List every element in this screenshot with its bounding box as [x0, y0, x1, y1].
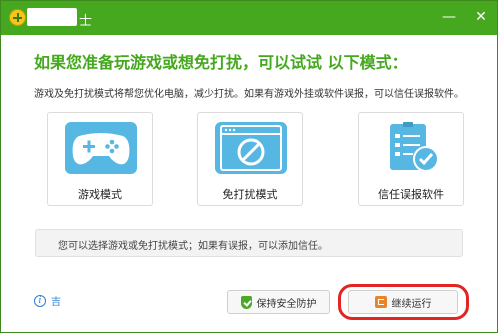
game-mode-card[interactable]: 游戏模式: [47, 112, 153, 206]
info-icon: i: [34, 294, 46, 307]
trust-software-label: 信任误报软件: [378, 188, 444, 201]
notice-bar: 您可以选择游戏或免打扰模式；如果有误报，可以添加信任。: [35, 229, 463, 257]
edit-icon: [374, 296, 387, 308]
keep-protection-button[interactable]: 保持安全防护: [227, 290, 330, 314]
shield-icon: [240, 295, 252, 309]
trust-list-icon: [376, 122, 448, 174]
close-icon[interactable]: ✕: [473, 9, 489, 25]
description-text: 游戏及免打扰模式将帮您优化电脑，减少打扰。如果有游戏外挂或软件误报，可以信任误报…: [34, 89, 464, 100]
notice-text: 您可以选择游戏或免打扰模式；如果有误报，可以添加信任。: [58, 241, 328, 252]
continue-button[interactable]: 继续运行: [348, 290, 458, 314]
help-link-text: 吉: [51, 297, 61, 308]
window-title: 士: [79, 14, 94, 29]
trust-software-card[interactable]: 信任误报软件: [358, 112, 464, 206]
dialog-window: 士 — ✕ 如果您准备玩游戏或想免打扰，可以试试 以下模式： 游戏及免打扰模式将…: [0, 0, 498, 333]
minimize-icon[interactable]: —: [441, 9, 457, 25]
game-mode-label: 游戏模式: [78, 188, 122, 201]
title-bar: 士 — ✕: [1, 1, 497, 35]
help-link[interactable]: i 吉: [34, 293, 61, 308]
no-disturb-mode-card[interactable]: 免打扰模式: [197, 112, 303, 206]
redacted-title-area: [27, 8, 77, 26]
app-logo-icon: [9, 9, 26, 26]
continue-label: 继续运行: [391, 298, 432, 310]
headline: 如果您准备玩游戏或想免打扰，可以试试 以下模式：: [34, 53, 408, 72]
keep-protection-label: 保持安全防护: [256, 298, 317, 310]
no-disturb-icon: [215, 122, 287, 174]
no-disturb-mode-label: 免打扰模式: [222, 188, 278, 201]
gamepad-icon: [65, 122, 137, 174]
